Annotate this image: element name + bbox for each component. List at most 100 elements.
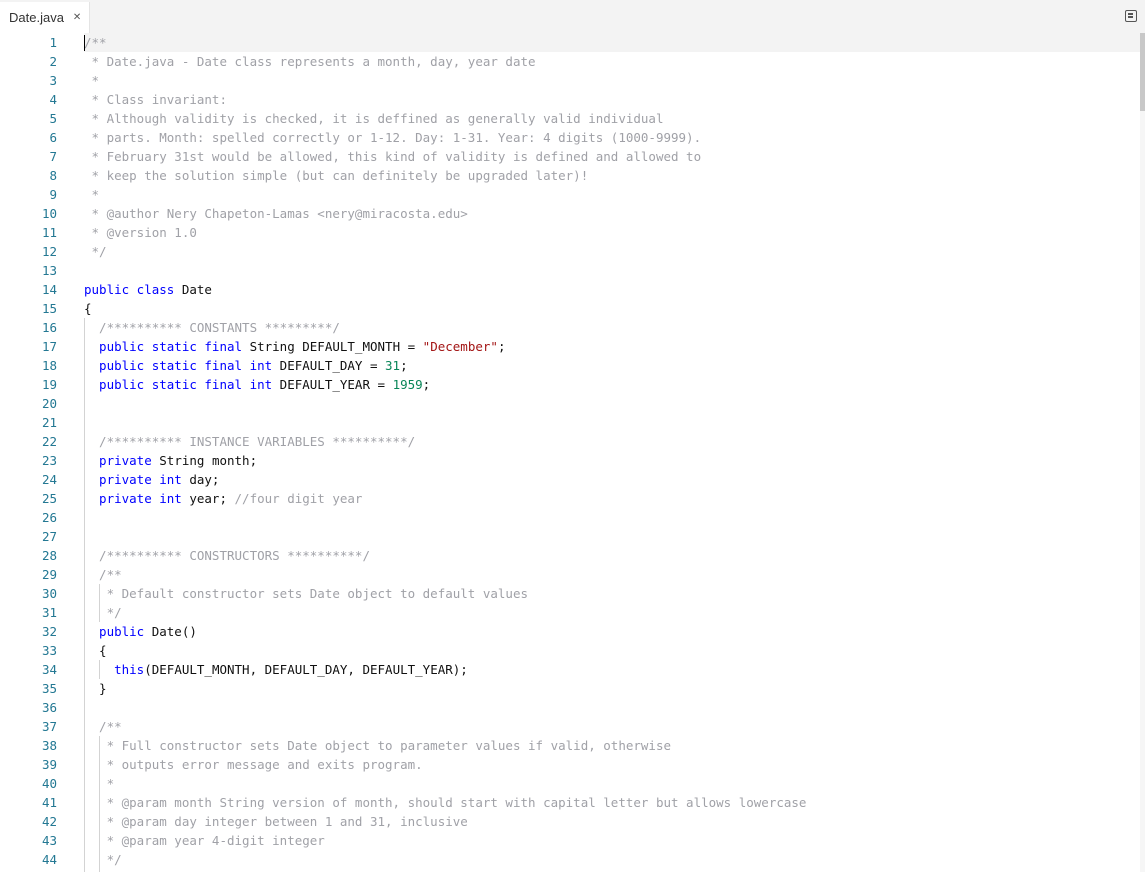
code-token: String month; <box>159 453 258 468</box>
line-number: 42 <box>41 814 57 829</box>
code-token: */ <box>84 605 122 620</box>
code-text: */ <box>84 603 122 622</box>
code-token: * @param year 4-digit integer <box>84 833 325 848</box>
code-token: * Although validity is checked, it is de… <box>84 111 664 126</box>
line-number: 17 <box>41 339 57 354</box>
line-number: 20 <box>41 396 57 411</box>
code-text: public Date() <box>84 622 197 641</box>
code-token: { <box>84 643 107 658</box>
code-line: 3 * <box>0 71 1138 90</box>
code-text: * February 31st would be allowed, this k… <box>84 147 702 166</box>
line-number: 7 <box>49 149 57 164</box>
code-token: public static final int <box>84 358 280 373</box>
code-token: * <box>84 776 115 791</box>
line-number: 33 <box>41 643 57 658</box>
code-text: * Although validity is checked, it is de… <box>84 109 664 128</box>
code-token: * @author Nery Chapeton-Lamas <nery@mira… <box>84 206 468 221</box>
code-line: 25 private int year; //four digit year <box>0 489 1138 508</box>
code-token: * @param day integer between 1 and 31, i… <box>84 814 468 829</box>
code-token: /** <box>84 719 122 734</box>
code-token: ; <box>497 339 506 354</box>
code-line: 10 * @author Nery Chapeton-Lamas <nery@m… <box>0 204 1138 223</box>
code-line: 44 */ <box>0 850 1138 869</box>
close-icon[interactable]: ✕ <box>73 12 81 23</box>
code-line: 36 <box>0 698 1138 717</box>
line-number: 4 <box>49 92 57 107</box>
code-line: 27 <box>0 527 1138 546</box>
line-number: 3 <box>49 73 57 88</box>
code-line: 23 private String month; <box>0 451 1138 470</box>
code-text: * Full constructor sets Date object to p… <box>84 736 671 755</box>
code-token: DEFAULT_YEAR = <box>279 377 393 392</box>
code-text: public static final int DEFAULT_DAY = 31… <box>84 356 408 375</box>
code-line: 42 * @param day integer between 1 and 31… <box>0 812 1138 831</box>
code-line: 22 /********** INSTANCE VARIABLES ******… <box>0 432 1138 451</box>
menu-icon[interactable] <box>1125 10 1137 22</box>
code-token: public static final <box>84 339 250 354</box>
line-number: 1 <box>49 35 57 50</box>
code-line: 15 { <box>0 299 1138 318</box>
code-token: /********** INSTANCE VARIABLES *********… <box>84 434 416 449</box>
code-text: public static final String DEFAULT_MONTH… <box>84 337 505 356</box>
line-number: 12 <box>41 244 57 259</box>
code-text: private String month; <box>84 451 257 470</box>
line-number: 22 <box>41 434 57 449</box>
line-number: 26 <box>41 510 57 525</box>
code-token: ; <box>400 358 408 373</box>
line-number: 28 <box>41 548 57 563</box>
code-token: (DEFAULT_MONTH, DEFAULT_DAY, DEFAULT_YEA… <box>144 662 468 677</box>
line-number: 21 <box>41 415 57 430</box>
code-line: 30 * Default constructor sets Date objec… <box>0 584 1138 603</box>
line-number: 9 <box>49 187 57 202</box>
code-token: //four digit year <box>234 491 363 506</box>
line-number: 39 <box>41 757 57 772</box>
code-line: 2 * Date.java - Date class represents a … <box>0 52 1138 71</box>
text-cursor <box>84 35 85 51</box>
code-line: 32 public Date() <box>0 622 1138 641</box>
code-text: /** <box>84 565 122 584</box>
code-text: * Default constructor sets Date object t… <box>84 584 528 603</box>
line-number: 36 <box>41 700 57 715</box>
code-token: public static final int <box>84 377 280 392</box>
code-line: 13 <box>0 261 1138 280</box>
code-line: 28 /********** CONSTRUCTORS **********/ <box>0 546 1138 565</box>
code-area[interactable]: 1 /** 2 * Date.java - Date class represent… <box>0 33 1145 872</box>
line-number: 27 <box>41 529 57 544</box>
code-token: * outputs error message and exits progra… <box>84 757 423 772</box>
code-token: * Default constructor sets Date object t… <box>84 586 529 601</box>
code-text: { <box>84 641 107 660</box>
code-token: Date <box>181 282 212 297</box>
code-text: * @author Nery Chapeton-Lamas <nery@mira… <box>84 204 468 223</box>
code-line: 31 */ <box>0 603 1138 622</box>
code-text: */ <box>84 850 122 869</box>
code-token: Date() <box>151 624 197 639</box>
code-token: private <box>84 453 160 468</box>
code-line: 18 public static final int DEFAULT_DAY =… <box>0 356 1138 375</box>
vertical-scrollbar[interactable] <box>1140 33 1145 872</box>
code-text: * Class invariant: <box>84 90 227 109</box>
code-line: 34 this(DEFAULT_MONTH, DEFAULT_DAY, DEFA… <box>0 660 1138 679</box>
code-token: String DEFAULT_MONTH = <box>249 339 423 354</box>
code-token: * @param month String version of month, … <box>84 795 807 810</box>
tab-date-java[interactable]: Date.java ✕ <box>0 2 90 33</box>
line-number: 18 <box>41 358 57 373</box>
code-line: 5 * Although validity is checked, it is … <box>0 109 1138 128</box>
scrollbar-thumb[interactable] <box>1140 33 1145 111</box>
code-text: */ <box>84 242 107 261</box>
code-line: 24 private int day; <box>0 470 1138 489</box>
code-text: * <box>84 774 115 793</box>
code-text: public static final int DEFAULT_YEAR = 1… <box>84 375 430 394</box>
code-line: 39 * outputs error message and exits pro… <box>0 755 1138 774</box>
line-number: 11 <box>41 225 57 240</box>
line-number: 29 <box>41 567 57 582</box>
code-text: this(DEFAULT_MONTH, DEFAULT_DAY, DEFAULT… <box>84 660 468 679</box>
code-text: * @param month String version of month, … <box>84 793 807 812</box>
code-line: 38 * Full constructor sets Date object t… <box>0 736 1138 755</box>
line-number: 5 <box>49 111 57 126</box>
code-token: ; <box>422 377 431 392</box>
code-token: /** <box>84 567 122 582</box>
code-token: } <box>84 681 107 696</box>
code-token: public <box>84 624 152 639</box>
code-text: * @param year 4-digit integer <box>84 831 325 850</box>
code-text: /********** INSTANCE VARIABLES *********… <box>84 432 415 451</box>
